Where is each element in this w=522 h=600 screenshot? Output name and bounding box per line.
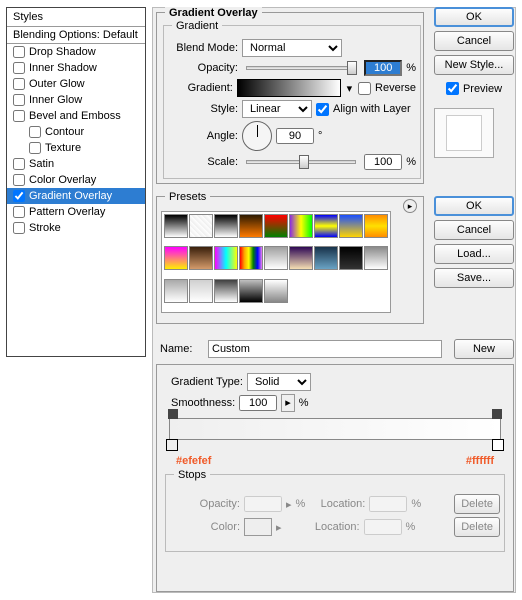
preview-checkbox[interactable] xyxy=(446,82,459,95)
preset-swatch[interactable] xyxy=(314,246,338,270)
name-input[interactable] xyxy=(208,340,442,358)
new-style-button[interactable]: New Style... xyxy=(434,55,514,75)
style-row-inner-glow[interactable]: Inner Glow xyxy=(7,92,145,108)
preset-swatch[interactable] xyxy=(264,246,288,270)
right-buttons-top: OK Cancel New Style... Preview xyxy=(434,7,514,158)
delete-opacity-stop-button[interactable]: Delete xyxy=(454,494,500,514)
stop-location-input-1 xyxy=(369,496,407,512)
new-button[interactable]: New xyxy=(454,339,514,359)
preset-swatch[interactable] xyxy=(364,246,388,270)
color-stop-left[interactable] xyxy=(166,439,178,451)
delete-color-stop-button[interactable]: Delete xyxy=(454,517,500,537)
preset-swatch[interactable] xyxy=(164,246,188,270)
smoothness-stepper[interactable]: ▸ xyxy=(281,394,295,412)
preset-swatch[interactable] xyxy=(214,214,238,238)
style-checkbox[interactable] xyxy=(29,126,41,138)
preset-swatch[interactable] xyxy=(264,214,288,238)
gradient-type-group: Gradient Type: Solid Smoothness: ▸ % #ef… xyxy=(156,364,514,592)
preset-swatch[interactable] xyxy=(289,246,313,270)
gradient-bar[interactable]: #efefef #ffffff xyxy=(169,418,501,440)
preset-swatch[interactable] xyxy=(189,246,213,270)
styles-panel: Styles Blending Options: Default Drop Sh… xyxy=(6,7,146,357)
style-checkbox[interactable] xyxy=(13,62,25,74)
opacity-stop-left[interactable] xyxy=(168,409,178,419)
preset-swatch[interactable] xyxy=(214,279,238,303)
opacity-input[interactable] xyxy=(364,60,402,76)
style-row-inner-shadow[interactable]: Inner Shadow xyxy=(7,60,145,76)
editor-ok-button[interactable]: OK xyxy=(434,196,514,216)
style-checkbox[interactable] xyxy=(29,142,41,154)
angle-input[interactable] xyxy=(276,128,314,144)
style-checkbox[interactable] xyxy=(13,206,25,218)
gradient-type-select[interactable]: Solid xyxy=(247,373,311,391)
preset-swatch[interactable] xyxy=(339,214,363,238)
blending-options[interactable]: Blending Options: Default xyxy=(7,27,145,44)
preset-swatch[interactable] xyxy=(164,279,188,303)
stop-color-swatch[interactable] xyxy=(244,518,272,536)
right-buttons-mid: OK Cancel Load... Save... xyxy=(434,196,514,288)
preset-swatch[interactable] xyxy=(214,246,238,270)
style-row-pattern-overlay[interactable]: Pattern Overlay xyxy=(7,204,145,220)
preset-swatch[interactable] xyxy=(239,246,263,270)
stop-opacity-input xyxy=(244,496,282,512)
editor-cancel-button[interactable]: Cancel xyxy=(434,220,514,240)
style-row-gradient-overlay[interactable]: Gradient Overlay xyxy=(7,188,145,204)
preset-swatch[interactable] xyxy=(239,279,263,303)
style-checkbox[interactable] xyxy=(13,110,25,122)
style-row-bevel-and-emboss[interactable]: Bevel and Emboss xyxy=(7,108,145,124)
preset-swatch[interactable] xyxy=(289,214,313,238)
style-checkbox[interactable] xyxy=(13,222,25,234)
name-row: Name: New xyxy=(156,339,514,359)
blend-mode-select[interactable]: Normal xyxy=(242,39,342,57)
right-hex-label: #ffffff xyxy=(466,455,494,467)
style-row-texture[interactable]: Texture xyxy=(7,140,145,156)
ok-button[interactable]: OK xyxy=(434,7,514,27)
load-button[interactable]: Load... xyxy=(434,244,514,264)
preset-swatch[interactable] xyxy=(164,214,188,238)
smoothness-input[interactable] xyxy=(239,395,277,411)
preset-swatch[interactable] xyxy=(189,214,213,238)
styles-title: Styles xyxy=(7,8,145,27)
align-checkbox[interactable] xyxy=(316,103,329,116)
presets-group: Presets ▸ xyxy=(156,196,424,324)
gradient-overlay-group: Gradient Overlay Gradient Blend Mode: No… xyxy=(156,12,424,184)
save-button[interactable]: Save... xyxy=(434,268,514,288)
preset-swatch[interactable] xyxy=(239,214,263,238)
presets-menu-icon[interactable]: ▸ xyxy=(403,199,417,213)
style-row-drop-shadow[interactable]: Drop Shadow xyxy=(7,44,145,60)
stop-location-input-2 xyxy=(364,519,402,535)
style-row-contour[interactable]: Contour xyxy=(7,124,145,140)
color-stop-right[interactable] xyxy=(492,439,504,451)
style-row-stroke[interactable]: Stroke xyxy=(7,220,145,236)
reverse-checkbox[interactable] xyxy=(358,82,371,95)
style-select[interactable]: Linear xyxy=(242,100,312,118)
preset-swatch[interactable] xyxy=(364,214,388,238)
style-checkbox[interactable] xyxy=(13,174,25,186)
preset-swatch[interactable] xyxy=(339,246,363,270)
left-hex-label: #efefef xyxy=(176,455,211,467)
preset-swatch[interactable] xyxy=(264,279,288,303)
style-row-color-overlay[interactable]: Color Overlay xyxy=(7,172,145,188)
scale-input[interactable] xyxy=(364,154,402,170)
preset-swatch[interactable] xyxy=(314,214,338,238)
style-checkbox[interactable] xyxy=(13,94,25,106)
style-row-outer-glow[interactable]: Outer Glow xyxy=(7,76,145,92)
angle-dial[interactable] xyxy=(242,121,272,151)
opacity-stop-right[interactable] xyxy=(492,409,502,419)
preview-swatch xyxy=(434,108,494,158)
style-checkbox[interactable] xyxy=(13,78,25,90)
gradient-swatch[interactable] xyxy=(237,79,341,97)
presets-grid xyxy=(161,211,391,313)
opacity-slider[interactable] xyxy=(246,66,356,70)
scale-slider[interactable] xyxy=(246,160,356,164)
style-checkbox[interactable] xyxy=(13,158,25,170)
cancel-button[interactable]: Cancel xyxy=(434,31,514,51)
style-checkbox[interactable] xyxy=(13,190,25,202)
style-row-satin[interactable]: Satin xyxy=(7,156,145,172)
style-checkbox[interactable] xyxy=(13,46,25,58)
preset-swatch[interactable] xyxy=(189,279,213,303)
